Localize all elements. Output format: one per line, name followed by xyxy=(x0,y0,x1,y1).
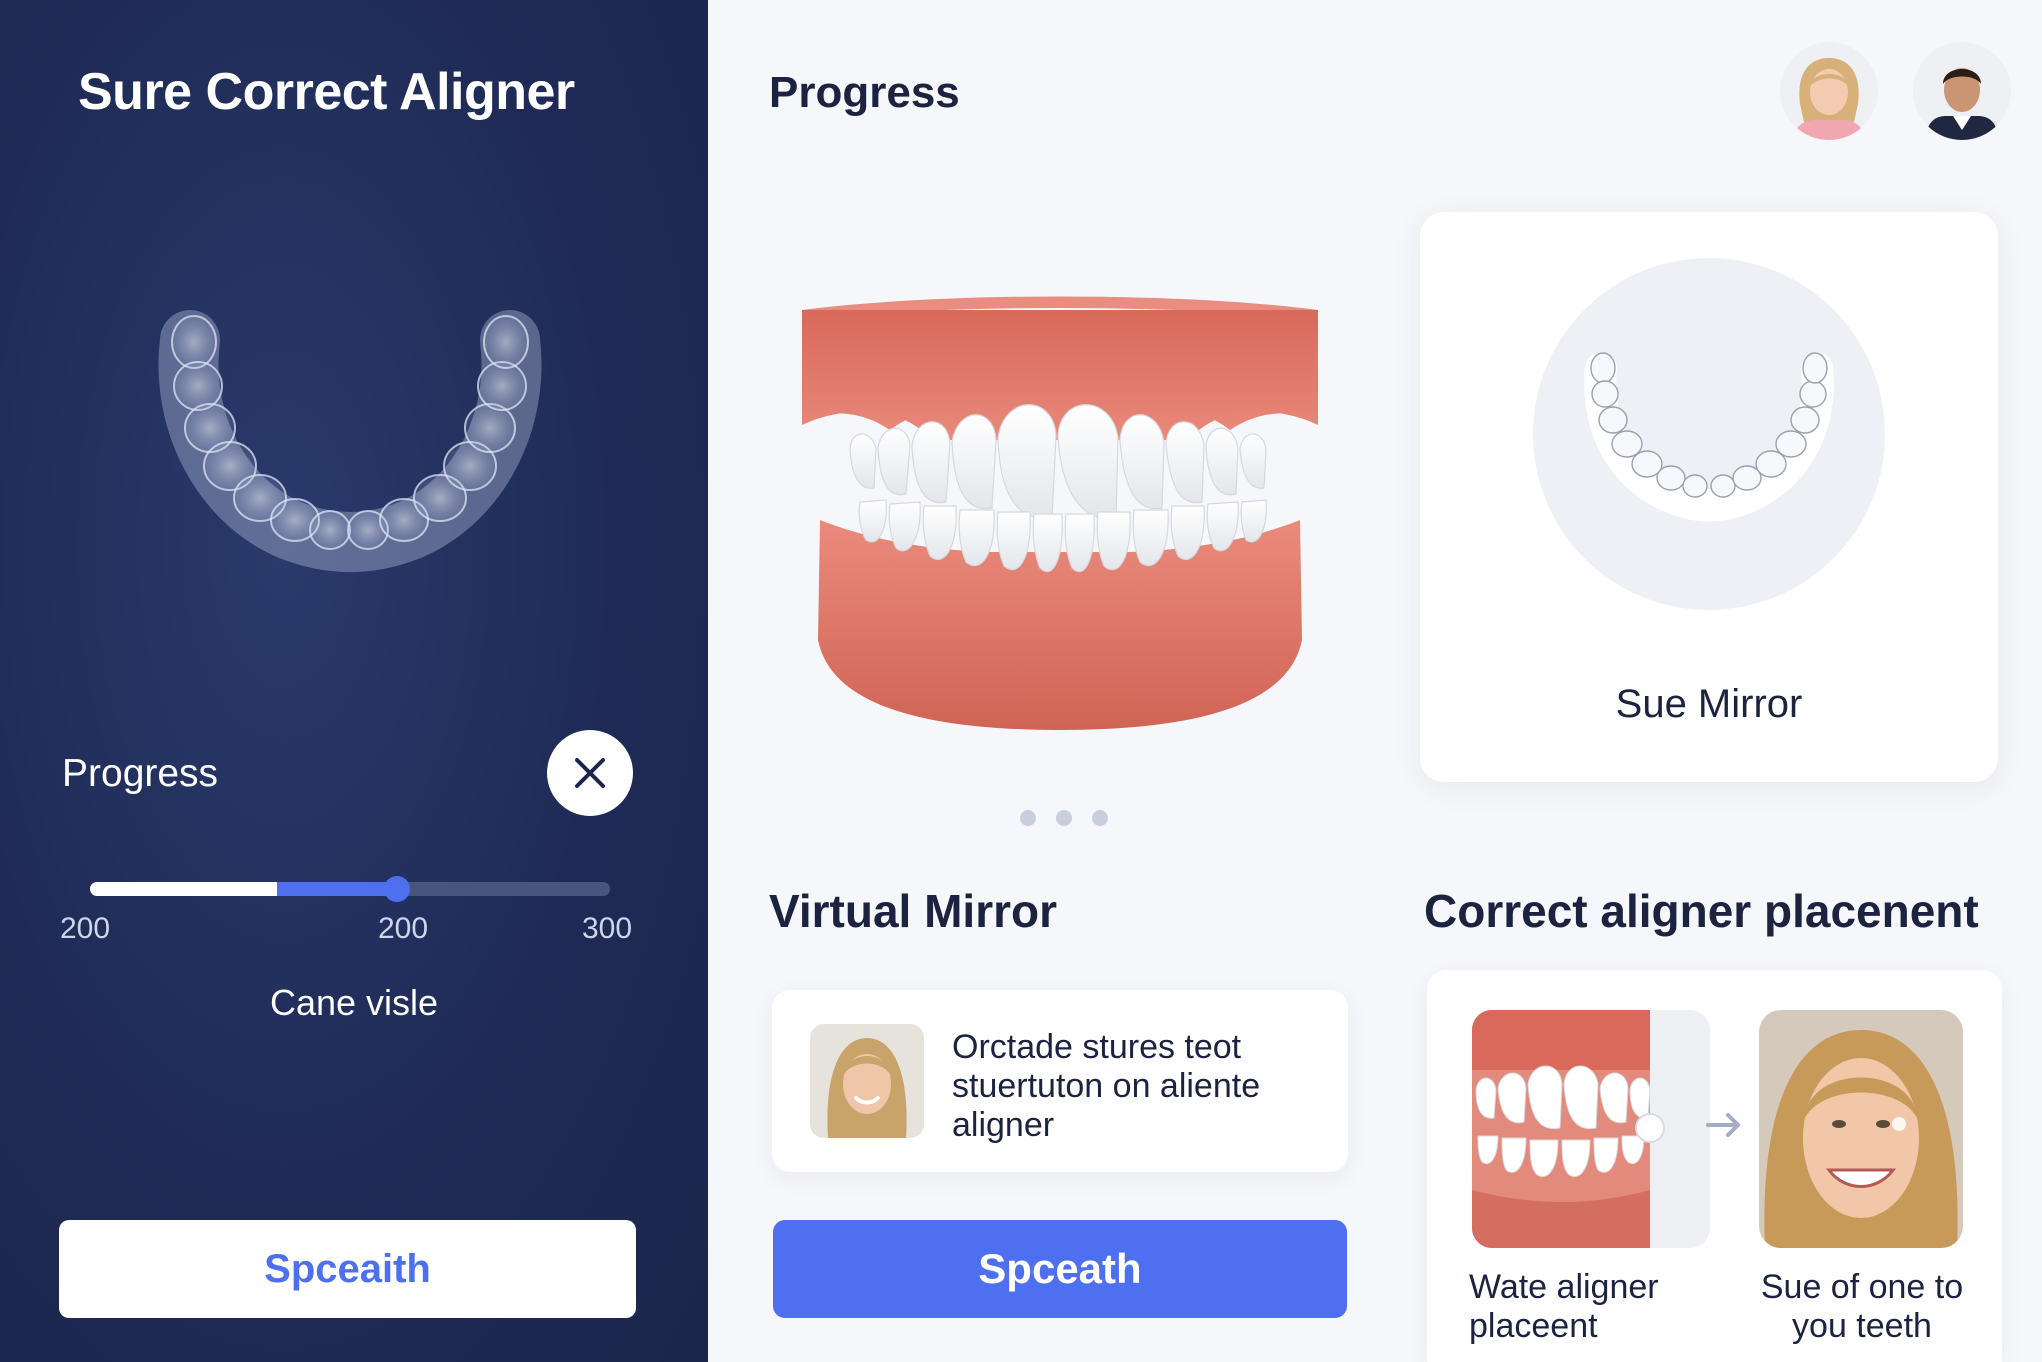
progress-slider[interactable] xyxy=(90,876,610,902)
close-icon xyxy=(575,758,605,788)
slider-caption: Cane visle xyxy=(269,982,439,1023)
carousel-dot[interactable] xyxy=(1020,810,1036,826)
mirror-preview-circle xyxy=(1533,258,1885,610)
sidebar: Sure Correct Aligner Progress 200 200 30… xyxy=(0,0,708,1362)
progress-label: Progress xyxy=(62,752,219,795)
placement-after-label: Sue of one to you teeth xyxy=(1760,1268,1964,1345)
avatar-woman[interactable] xyxy=(1780,42,1878,140)
app-title: Sure Correct Aligner xyxy=(78,63,575,121)
placement-after-image xyxy=(1759,1010,1963,1248)
virtual-mirror-heading: Virtual Mirror xyxy=(769,885,1057,937)
sidebar-action-button[interactable]: Spceaith xyxy=(59,1220,636,1318)
user-photo xyxy=(810,1024,924,1138)
mirror-card[interactable]: Sue Mirror xyxy=(1420,212,1998,782)
slider-tick-label: 200 xyxy=(60,912,111,945)
placement-heading: Correct aligner placenent xyxy=(1424,885,1979,937)
avatar-man[interactable] xyxy=(1913,42,2011,140)
slider-thumb[interactable] xyxy=(383,876,410,902)
teeth-model-3d xyxy=(802,296,1318,730)
slider-fill-blue xyxy=(277,882,397,896)
primary-action-button[interactable]: Spceath xyxy=(773,1220,1347,1318)
close-button[interactable] xyxy=(547,730,633,816)
placement-before-image xyxy=(1472,1010,1710,1248)
slider-tick-label: 300 xyxy=(582,912,633,945)
aligner-outline-icon xyxy=(1584,352,1834,522)
placement-card[interactable]: Wate aligner placeent Sue of one to you … xyxy=(1427,970,2002,1362)
mirror-card-label: Sue Mirror xyxy=(1615,682,1803,726)
slider-tick-label: 200 xyxy=(378,912,429,945)
aligner-illustration xyxy=(158,310,542,572)
page-title: Progress xyxy=(769,68,960,117)
carousel-dot[interactable] xyxy=(1056,810,1072,826)
slider-fill-white xyxy=(90,882,278,896)
virtual-mirror-card[interactable]: Orctade stures teot stuertuton on alient… xyxy=(772,990,1348,1172)
carousel-dot[interactable] xyxy=(1092,810,1108,826)
arrow-right-icon xyxy=(1706,1113,1740,1137)
placement-before-label: Wate aligner placeent xyxy=(1469,1268,1659,1345)
virtual-mirror-text: Orctade stures teot stuertuton on alient… xyxy=(952,1028,1261,1144)
